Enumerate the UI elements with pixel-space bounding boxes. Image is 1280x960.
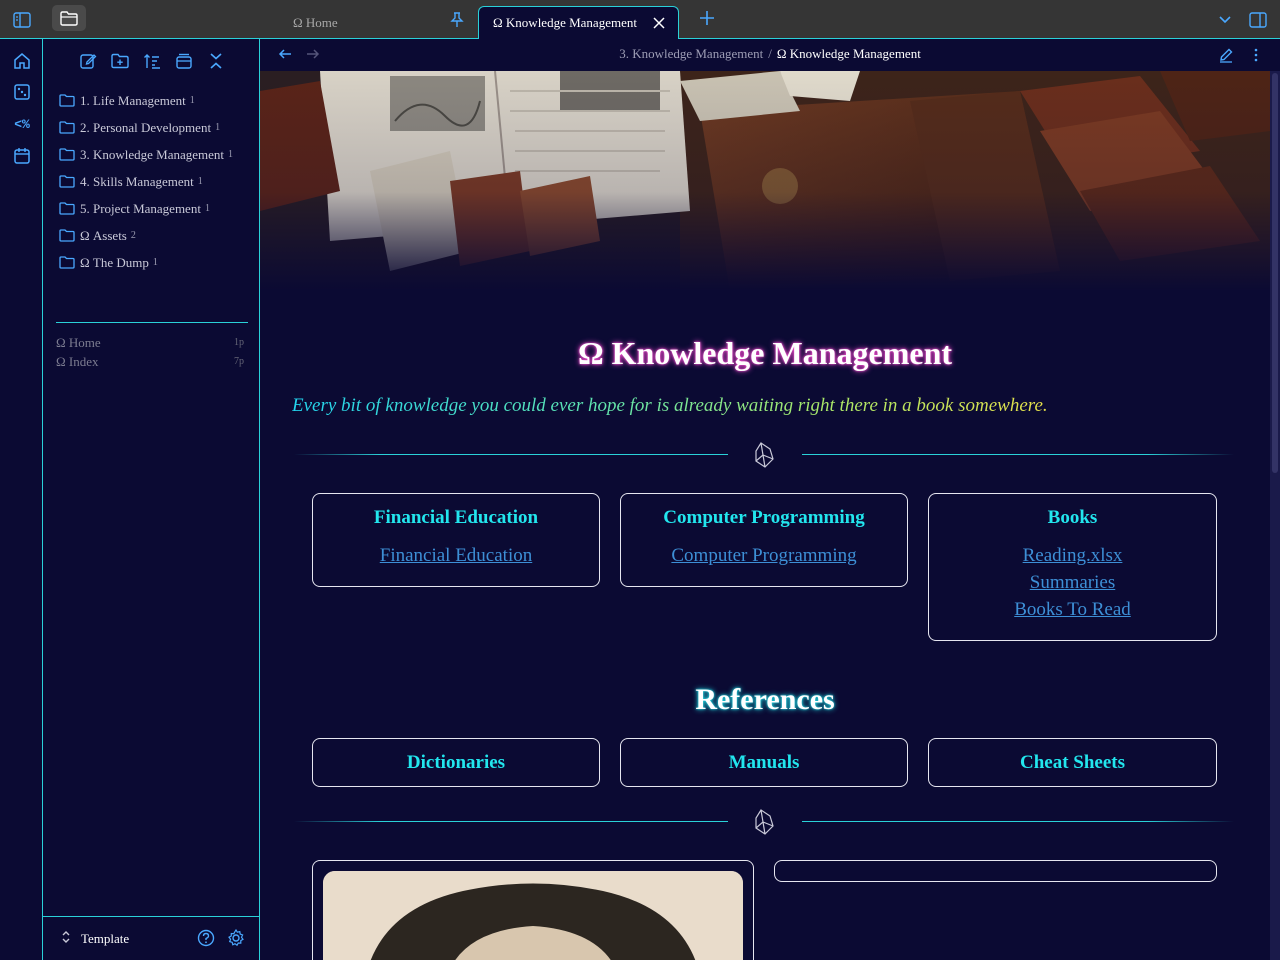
dice-icon[interactable] (11, 81, 33, 103)
calendar-icon[interactable] (11, 145, 33, 167)
folder-icon (59, 256, 77, 270)
category-card-books: Books Reading.xlsx Summaries Books To Re… (928, 493, 1217, 641)
portrait-card (312, 860, 754, 960)
gem-divider (294, 441, 1234, 471)
folder-icon (59, 121, 77, 135)
file-explorer: 1. Life Management 1 2. Personal Developm… (43, 39, 260, 960)
reference-card-manuals[interactable]: Manuals (620, 738, 908, 787)
card-link[interactable]: Reading.xlsx (929, 542, 1216, 569)
main-editor: 3. Knowledge Management / Ω Knowledge Mana… (260, 39, 1280, 960)
folder-tree: 1. Life Management 1 2. Personal Developm… (59, 87, 233, 276)
obsidian-app: Ω Home Ω Knowledge Management <% 1. Life… (0, 0, 1280, 960)
pin-icon[interactable] (450, 12, 464, 33)
new-folder-icon[interactable] (109, 50, 131, 72)
folder-item[interactable]: 5. Project Management 1 (59, 195, 233, 222)
card-title: Financial Education (373, 507, 539, 528)
tab-bar: Ω Home Ω Knowledge Management (0, 0, 1280, 39)
folder-icon (60, 10, 78, 26)
folder-item[interactable]: Ω Assets 2 (59, 222, 233, 249)
card-link[interactable]: Books To Read (929, 596, 1216, 623)
folder-item[interactable]: 3. Knowledge Management 1 (59, 141, 233, 168)
vault-name: Template (81, 931, 130, 946)
pinned-note-item[interactable]: Ω Index 7p (56, 352, 244, 371)
home-icon[interactable] (11, 50, 33, 72)
folder-icon (59, 148, 77, 162)
collapse-window-icon[interactable] (173, 50, 195, 72)
file-explorer-button[interactable] (52, 5, 86, 31)
left-ribbon: <% (0, 39, 43, 960)
breadcrumb-current[interactable]: Ω Knowledge Management (777, 46, 921, 61)
folder-icon (59, 175, 77, 189)
vault-footer: Template (43, 916, 259, 960)
toggle-right-sidebar-icon[interactable] (1247, 9, 1269, 31)
folder-icon (59, 94, 77, 108)
card-title: Computer Programming (663, 507, 865, 528)
category-card-financial-education: Financial Education Financial Education (312, 493, 600, 587)
new-tab-icon[interactable] (698, 9, 716, 32)
gear-icon[interactable] (227, 928, 247, 949)
page-quote: Every bit of knowledge you could ever ho… (292, 395, 1048, 416)
folder-item[interactable]: 4. Skills Management 1 (59, 168, 233, 195)
folder-item[interactable]: Ω The Dump 1 (59, 249, 233, 276)
obsidian-gem-icon (755, 442, 774, 468)
tab-label: Ω Knowledge Management (493, 15, 637, 30)
card-link[interactable]: Summaries (929, 569, 1216, 596)
references-heading: References (695, 683, 835, 716)
chevron-updown-icon (61, 930, 71, 948)
folder-item[interactable]: 2. Personal Development 1 (59, 114, 233, 141)
pinned-note-item[interactable]: Ω Home 1p (56, 333, 244, 352)
edit-pencil-icon[interactable] (1218, 47, 1234, 63)
folder-item[interactable]: 1. Life Management 1 (59, 87, 233, 114)
tab-knowledge-management[interactable]: Ω Knowledge Management (478, 6, 679, 39)
toggle-left-sidebar-icon[interactable] (11, 9, 33, 31)
view-header: 3. Knowledge Management / Ω Knowledge Mana… (260, 39, 1280, 71)
card-title: Books (1047, 507, 1098, 528)
scrollbar[interactable] (1270, 71, 1280, 960)
tab-label: Ω Home (293, 14, 338, 30)
folder-icon (59, 229, 77, 243)
empty-card (774, 860, 1217, 882)
breadcrumb: 3. Knowledge Management / Ω Knowledge Mana… (619, 46, 921, 61)
category-card-computer-programming: Computer Programming Computer Programmin… (620, 493, 908, 587)
vault-switcher[interactable]: Template (61, 930, 129, 948)
reference-card-cheat-sheets[interactable]: Cheat Sheets (928, 738, 1217, 787)
sort-icon[interactable] (141, 50, 163, 72)
explorer-toolbar (43, 50, 259, 72)
more-options-icon[interactable] (1248, 47, 1264, 63)
breadcrumb-parent[interactable]: 3. Knowledge Management (619, 46, 763, 61)
explorer-divider (56, 322, 248, 323)
page-title: Ω Knowledge Management (577, 335, 953, 371)
card-link[interactable]: Computer Programming (621, 542, 907, 569)
collapse-all-icon[interactable] (205, 50, 227, 72)
obsidian-gem-icon (755, 809, 774, 835)
portrait-image (323, 871, 743, 960)
banner-image (260, 71, 1270, 291)
help-icon[interactable] (197, 929, 217, 949)
scrollbar-thumb[interactable] (1272, 73, 1278, 473)
pinned-notes: Ω Home 1p Ω Index 7p (56, 333, 244, 371)
tab-home[interactable]: Ω Home (280, 6, 470, 39)
tab-list-chevron-down-icon[interactable] (1214, 9, 1236, 31)
new-note-icon[interactable] (77, 50, 99, 72)
reference-card-dictionaries[interactable]: Dictionaries (312, 738, 600, 787)
gem-divider (294, 808, 1234, 838)
templater-icon[interactable]: <% (11, 113, 33, 135)
close-tab-icon[interactable] (652, 16, 666, 34)
folder-icon (59, 202, 77, 216)
card-link[interactable]: Financial Education (313, 542, 599, 569)
